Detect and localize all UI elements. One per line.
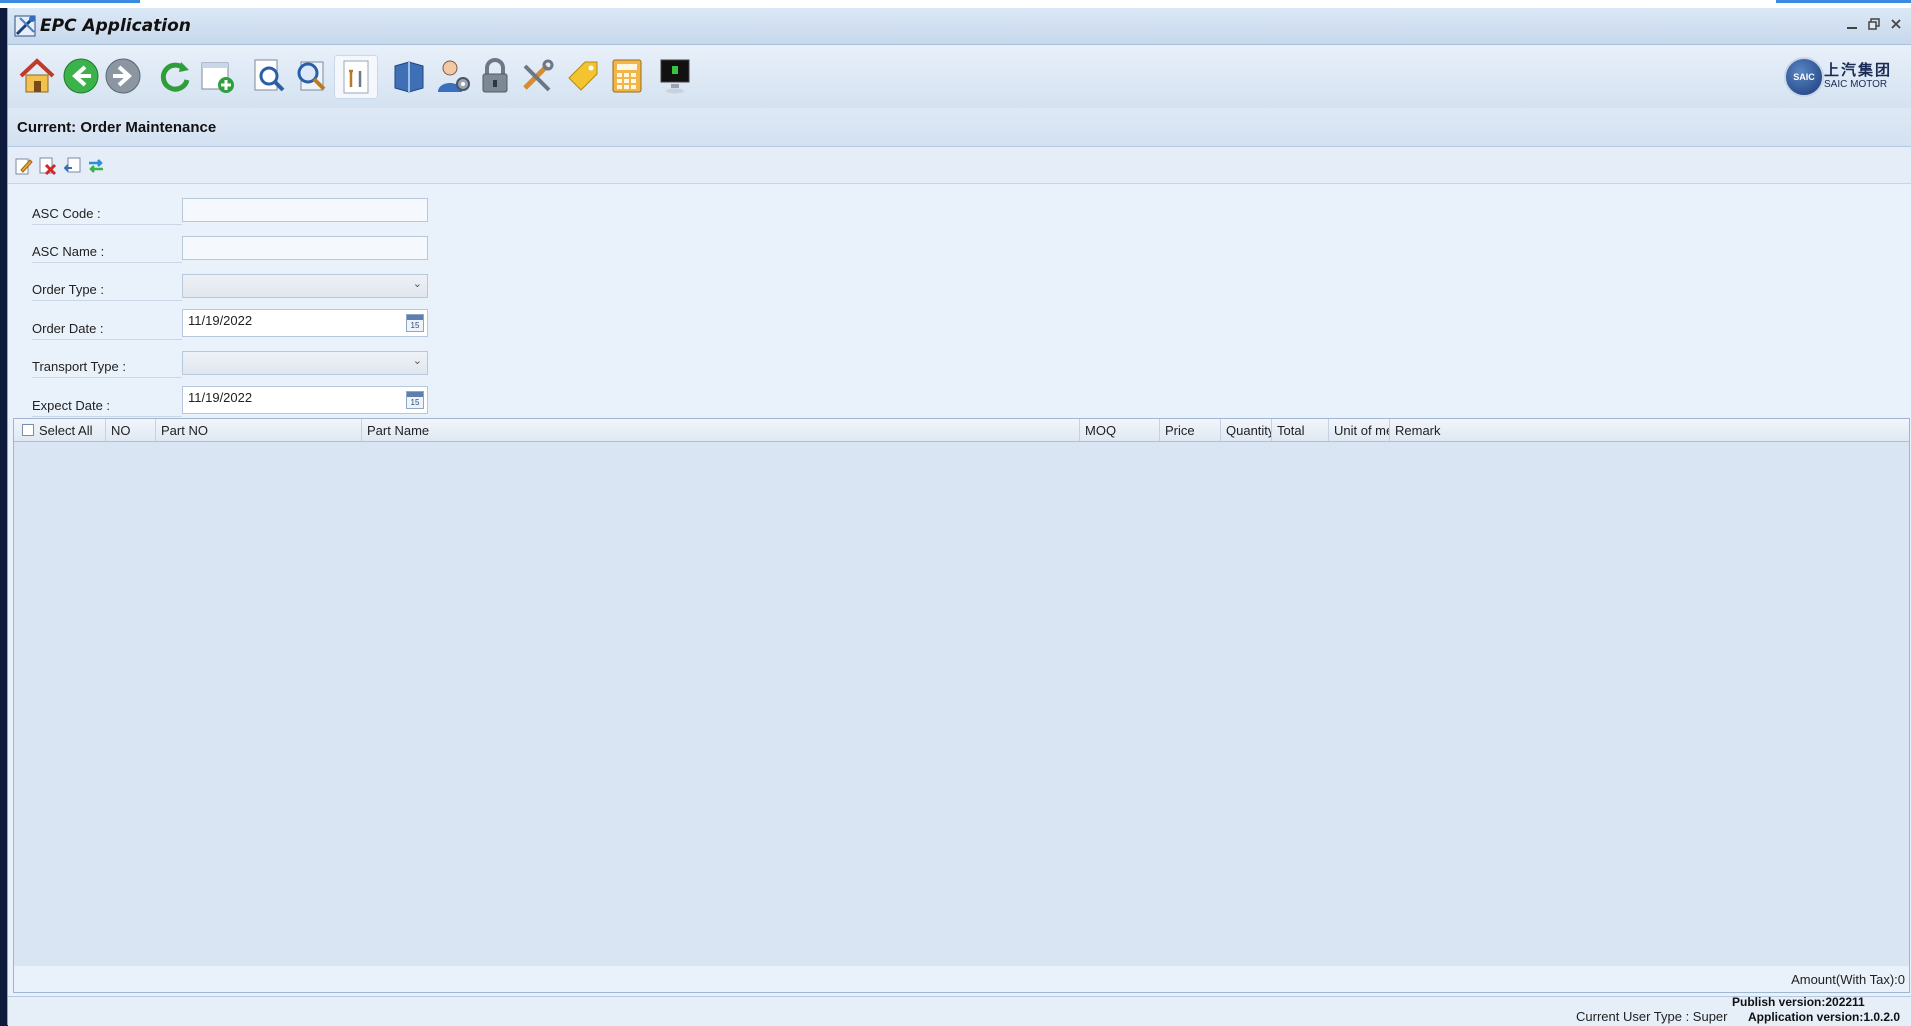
- order-date-picker[interactable]: 11/19/2022 15: [182, 309, 428, 337]
- column-header-part-name[interactable]: Part Name: [362, 419, 1080, 441]
- edit-icon[interactable]: [14, 156, 34, 176]
- accent-bar-left: [0, 0, 140, 3]
- page-title: Current: Order Maintenance: [17, 119, 217, 136]
- restore-icon[interactable]: [1866, 16, 1882, 32]
- calendar-day: 15: [410, 398, 420, 407]
- user-settings-icon[interactable]: [432, 55, 474, 97]
- transfer-icon[interactable]: [86, 156, 106, 176]
- lock-icon[interactable]: [474, 55, 516, 97]
- refresh-icon[interactable]: [154, 55, 196, 97]
- grid-footer: Amount(With Tax):0: [13, 966, 1910, 993]
- import-icon[interactable]: [62, 156, 82, 176]
- column-header-quantity[interactable]: Quantity: [1221, 419, 1272, 441]
- select-all-label: Select All: [39, 423, 93, 438]
- brand-badge: SAIC: [1784, 57, 1824, 97]
- chevron-down-icon: ⌄: [412, 355, 422, 367]
- expect-date-picker[interactable]: 11/19/2022 15: [182, 386, 428, 414]
- calendar-icon[interactable]: 15: [406, 314, 424, 332]
- select-all-checkbox[interactable]: [22, 424, 34, 436]
- app-window: EPC Application SAIC 上汽集团 SAIC MOTOR Cur…: [7, 8, 1911, 1026]
- accent-bar-right: [1776, 0, 1911, 3]
- forward-icon[interactable]: [102, 55, 144, 97]
- page-header: Current: Order Maintenance: [8, 108, 1911, 147]
- main-toolbar: SAIC 上汽集团 SAIC MOTOR: [8, 45, 1911, 109]
- magnify-icon[interactable]: [290, 55, 332, 97]
- order-date-value: 11/19/2022: [188, 313, 253, 328]
- transport-type-select[interactable]: ⌄: [182, 351, 428, 375]
- minimize-icon[interactable]: [1844, 16, 1860, 32]
- book-icon[interactable]: [388, 55, 430, 97]
- desktop-top-strip: [0, 0, 1911, 8]
- order-form: ASC Code : ASC Name : Order Type : ⌄ Ord…: [8, 184, 1911, 417]
- expect-date-label: Expect Date :: [32, 398, 182, 417]
- asc-code-input[interactable]: [182, 198, 428, 222]
- back-icon[interactable]: [60, 55, 102, 97]
- asc-name-input[interactable]: [182, 236, 428, 260]
- column-header-total[interactable]: Total: [1272, 419, 1329, 441]
- column-header-moq[interactable]: MOQ: [1080, 419, 1160, 441]
- application-version: Application version:1.0.2.0: [1748, 1010, 1901, 1024]
- expect-date-value: 11/19/2022: [188, 390, 253, 405]
- current-user-type: Current User Type : Super: [1576, 1009, 1728, 1024]
- parts-grid: Select All NO Part NO Part Name MOQ Pric…: [13, 418, 1910, 968]
- home-icon[interactable]: [16, 55, 58, 97]
- asc-code-label: ASC Code :: [32, 206, 182, 225]
- order-type-select[interactable]: ⌄: [182, 274, 428, 298]
- grid-header: Select All NO Part NO Part Name MOQ Pric…: [14, 419, 1909, 442]
- monitor-icon[interactable]: [654, 55, 696, 97]
- column-header-remark[interactable]: Remark: [1390, 419, 1909, 441]
- window-controls: [1844, 16, 1904, 32]
- action-bar: [8, 147, 1911, 184]
- amount-with-tax: Amount(With Tax):0: [1791, 972, 1905, 987]
- close-icon[interactable]: [1888, 16, 1904, 32]
- search-document-icon[interactable]: [248, 55, 290, 97]
- chevron-down-icon: ⌄: [412, 278, 422, 290]
- calendar-day: 15: [410, 321, 420, 330]
- tag-icon[interactable]: [562, 55, 604, 97]
- order-date-label: Order Date :: [32, 321, 182, 340]
- app-logo-icon: [14, 15, 36, 37]
- brand-english-name: SAIC MOTOR: [1824, 79, 1888, 90]
- calendar-icon[interactable]: 15: [406, 391, 424, 409]
- tools-document-icon[interactable]: [334, 55, 378, 99]
- delete-icon[interactable]: [38, 156, 58, 176]
- status-bar: Current User Type : Super Publish versio…: [8, 996, 1911, 1026]
- column-header-part-no[interactable]: Part NO: [156, 419, 362, 441]
- asc-name-label: ASC Name :: [32, 244, 182, 263]
- publish-version: Publish version:202211: [1732, 996, 1865, 1009]
- order-type-label: Order Type :: [32, 282, 182, 301]
- new-page-icon[interactable]: [196, 55, 238, 97]
- brand-chinese-name: 上汽集团: [1824, 62, 1893, 79]
- column-header-price[interactable]: Price: [1160, 419, 1221, 441]
- column-header-no[interactable]: NO: [106, 419, 156, 441]
- app-title: EPC Application: [40, 16, 191, 36]
- select-all-header[interactable]: Select All: [14, 419, 106, 441]
- title-bar: EPC Application: [8, 8, 1911, 45]
- calculator-icon[interactable]: [606, 55, 648, 97]
- saic-brand-logo: SAIC 上汽集团 SAIC MOTOR: [1784, 53, 1902, 97]
- tools-icon[interactable]: [516, 55, 558, 97]
- column-header-unit[interactable]: Unit of measure: [1329, 419, 1390, 441]
- transport-type-label: Transport Type :: [32, 359, 182, 378]
